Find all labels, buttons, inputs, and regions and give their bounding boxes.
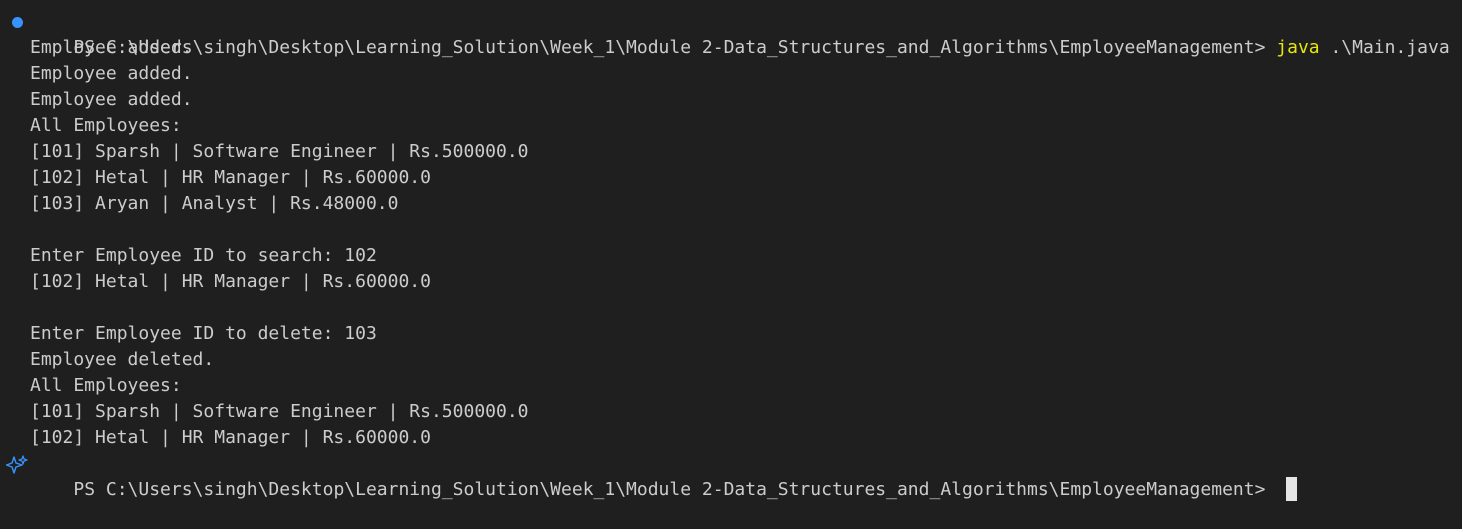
terminal-panel[interactable]: PS C:\Users\singh\Desktop\Learning_Solut… <box>0 9 1462 501</box>
output-line: Employee added. <box>30 63 193 84</box>
output-line: Enter Employee ID to search: 102 <box>30 245 377 266</box>
command-decoration[interactable] <box>6 9 26 35</box>
output-line: [102] Hetal | HR Manager | Rs.60000.0 <box>30 271 431 292</box>
prompt-text: PS C:\Users\singh\Desktop\Learning_Solut… <box>73 479 1277 500</box>
prompt-decoration[interactable] <box>6 451 28 477</box>
output-line: [101] Sparsh | Software Engineer | Rs.50… <box>30 141 529 162</box>
output-line: All Employees: <box>30 115 182 136</box>
output-line: [103] Aryan | Analyst | Rs.48000.0 <box>30 193 399 214</box>
output-line: Employee deleted. <box>30 349 215 370</box>
output-line: [102] Hetal | HR Manager | Rs.60000.0 <box>30 427 431 448</box>
prompt-line[interactable]: PS C:\Users\singh\Desktop\Learning_Solut… <box>0 451 1462 501</box>
output-line: [101] Sparsh | Software Engineer | Rs.50… <box>30 401 529 422</box>
circle-dot-icon[interactable] <box>12 17 23 28</box>
output-line: [102] Hetal | HR Manager | Rs.60000.0 <box>30 167 431 188</box>
output-line: All Employees: <box>30 375 182 396</box>
sparkle-icon[interactable] <box>6 454 28 476</box>
command-line: PS C:\Users\singh\Desktop\Learning_Solut… <box>0 9 1462 58</box>
output-line: Employee added. <box>30 89 193 110</box>
output-line: Employee added. <box>30 37 193 58</box>
output-line: Enter Employee ID to delete: 103 <box>30 323 377 344</box>
text-cursor <box>1286 477 1298 501</box>
